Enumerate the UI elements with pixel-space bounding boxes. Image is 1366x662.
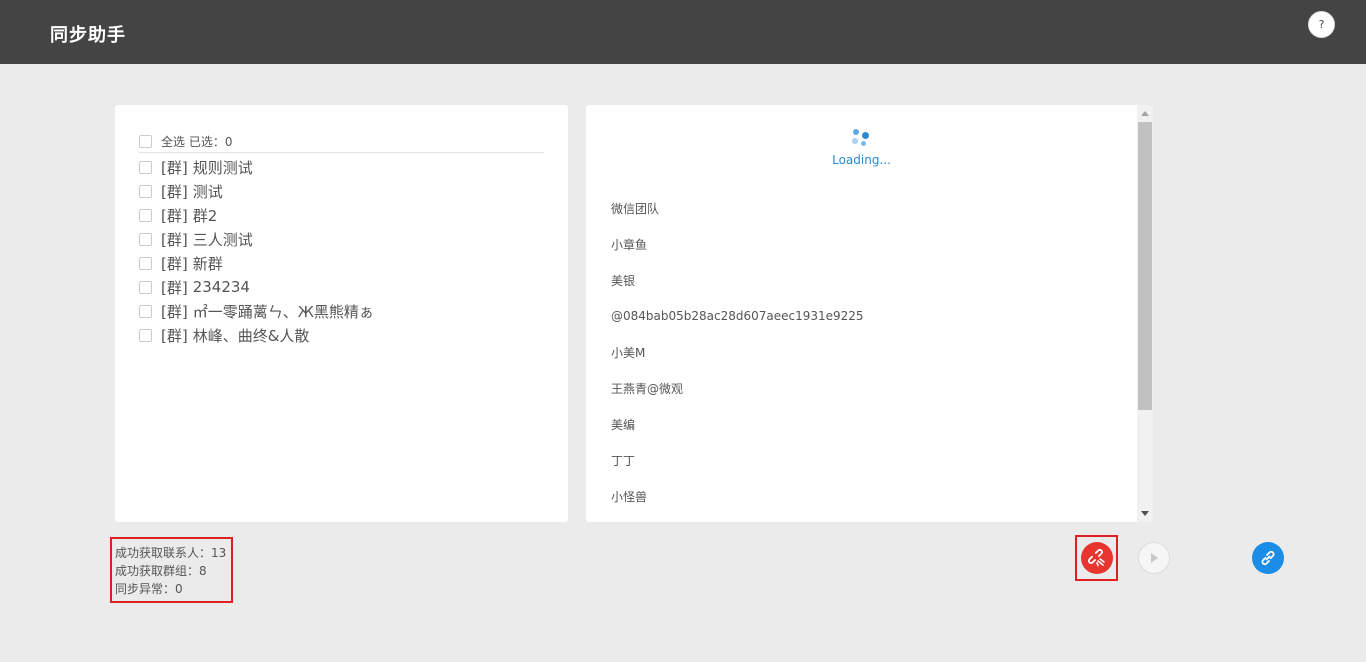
group-tag: [群] bbox=[161, 158, 188, 177]
group-item[interactable]: [群] ㎡一零踊蓠ㄣ、Ж黑熊精ぁ bbox=[139, 299, 374, 323]
group-item[interactable]: [群] 测试 bbox=[139, 179, 374, 203]
group-checkbox[interactable] bbox=[139, 328, 152, 342]
contact-item[interactable]: 美银 bbox=[611, 262, 864, 298]
group-checkbox[interactable] bbox=[139, 304, 152, 318]
group-tag: [群] bbox=[161, 302, 188, 321]
group-checkbox[interactable] bbox=[139, 160, 152, 174]
group-checkbox[interactable] bbox=[139, 280, 152, 294]
contact-item[interactable]: 部凯 bbox=[611, 514, 864, 522]
group-list: [群] 规则测试 [群] 测试 [群] 群2 [群] 三人测试 [群] 新群 [群] 234… bbox=[139, 155, 374, 347]
group-tag: [群] bbox=[161, 206, 188, 225]
group-checkbox[interactable] bbox=[139, 256, 152, 270]
group-item[interactable]: [群] 规则测试 bbox=[139, 155, 374, 179]
disconnect-button[interactable] bbox=[1081, 542, 1113, 574]
group-checkbox[interactable] bbox=[139, 208, 152, 222]
contact-item[interactable]: 丁丁 bbox=[611, 442, 864, 478]
group-name: ㎡一零踊蓠ㄣ、Ж黑熊精ぁ bbox=[192, 302, 374, 321]
contacts-count-label: 成功获取联系人：13 bbox=[115, 546, 227, 560]
group-name: 新群 bbox=[192, 254, 223, 273]
group-tag: [群] bbox=[161, 278, 188, 297]
group-item[interactable]: [群] 三人测试 bbox=[139, 227, 374, 251]
group-item[interactable]: [群] 234234 bbox=[139, 275, 374, 299]
unlink-icon bbox=[1088, 549, 1105, 567]
group-item[interactable]: [群] 林峰、曲终&人散 bbox=[139, 323, 374, 347]
group-item[interactable]: [群] 群2 bbox=[139, 203, 374, 227]
contact-item[interactable]: 小美M bbox=[611, 334, 864, 370]
group-item[interactable]: [群] 新群 bbox=[139, 251, 374, 275]
link-icon bbox=[1261, 550, 1275, 566]
contacts-scrollbar[interactable] bbox=[1137, 105, 1153, 522]
loading-text: Loading... bbox=[832, 153, 891, 167]
select-all-label: 全选 已选：0 bbox=[161, 135, 233, 149]
help-button[interactable]: ? bbox=[1308, 11, 1335, 38]
select-all-checkbox[interactable] bbox=[139, 135, 152, 148]
group-tag: [群] bbox=[161, 182, 188, 201]
top-bar: 同步助手 ? bbox=[0, 0, 1366, 64]
group-name: 规则测试 bbox=[192, 158, 253, 177]
contact-item[interactable]: @084bab05b28ac28d607aeec1931e9225 bbox=[611, 298, 864, 334]
scroll-up-arrow-icon[interactable] bbox=[1141, 111, 1149, 116]
spinner-icon bbox=[851, 127, 873, 149]
group-name: 群2 bbox=[192, 206, 218, 225]
contact-item[interactable]: 王燕青@微观 bbox=[611, 370, 864, 406]
group-name: 234234 bbox=[192, 278, 250, 296]
select-all-row[interactable]: 全选 已选：0 bbox=[139, 131, 544, 153]
group-name: 测试 bbox=[192, 182, 223, 201]
sync-errors-label: 同步异常：0 bbox=[115, 582, 183, 596]
group-tag: [群] bbox=[161, 254, 188, 273]
scroll-thumb[interactable] bbox=[1138, 122, 1152, 410]
start-sync-button[interactable] bbox=[1138, 542, 1170, 574]
contact-list: 微信团队 小章鱼 美银 @084bab05b28ac28d607aeec1931… bbox=[611, 190, 864, 522]
app-title: 同步助手 bbox=[50, 25, 126, 46]
group-name: 林峰、曲终&人散 bbox=[192, 326, 310, 345]
sync-stats: 成功获取联系人：13 成功获取群组：8 同步异常：0 bbox=[110, 537, 233, 603]
group-checkbox[interactable] bbox=[139, 232, 152, 246]
loading-indicator: Loading... bbox=[586, 127, 1137, 167]
group-tag: [群] bbox=[161, 326, 188, 345]
play-icon bbox=[1151, 553, 1158, 563]
scroll-down-arrow-icon[interactable] bbox=[1141, 511, 1149, 516]
contact-item[interactable]: 美编 bbox=[611, 406, 864, 442]
groups-count-label: 成功获取群组：8 bbox=[115, 564, 207, 578]
groups-panel: 全选 已选：0 [群] 规则测试 [群] 测试 [群] 群2 [群] 三人测试 [群] 新… bbox=[115, 105, 568, 522]
contact-item[interactable]: 小怪兽 bbox=[611, 478, 864, 514]
contact-item[interactable]: 小章鱼 bbox=[611, 226, 864, 262]
group-tag: [群] bbox=[161, 230, 188, 249]
connect-button[interactable] bbox=[1252, 542, 1284, 574]
contacts-panel: Loading... 微信团队 小章鱼 美银 @084bab05b28ac28d… bbox=[586, 105, 1153, 522]
contact-item[interactable]: 微信团队 bbox=[611, 190, 864, 226]
group-name: 三人测试 bbox=[192, 230, 253, 249]
group-checkbox[interactable] bbox=[139, 184, 152, 198]
